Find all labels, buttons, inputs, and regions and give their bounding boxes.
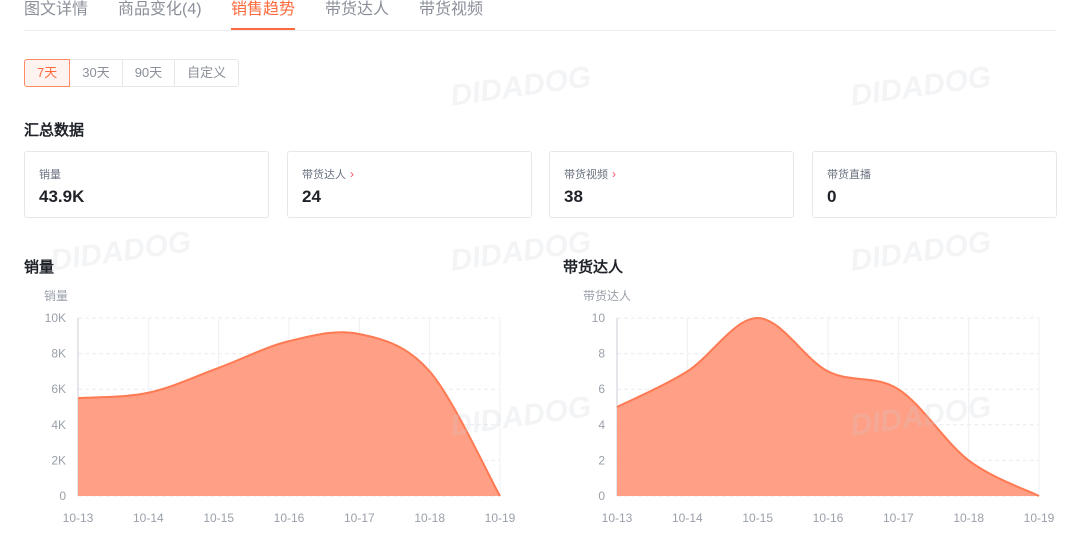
range-7d-button[interactable]: 7天 <box>24 59 71 87</box>
y-tick-label: 4K <box>51 418 66 432</box>
sales-chart-svg: 销量 0 2K 4K 6K 8K 10K 10-13 10-14 10-15 10-16 10-17 1… <box>44 289 516 525</box>
card-label: 带货视频 › <box>564 167 616 181</box>
x-tick-label: 10-16 <box>274 511 305 525</box>
influencer-chart-svg: 带货达人 0 2 4 6 8 10 10-13 10-14 10-15 10-16 10-17 10-1… <box>583 288 1055 525</box>
sales-chart-title: 销量 <box>24 259 55 276</box>
watermark: DIDADOG <box>848 225 994 278</box>
y-tick-label: 2 <box>598 453 605 467</box>
x-tick-label: 10-16 <box>813 511 844 525</box>
card-value: 0 <box>827 187 837 206</box>
y-tick-label: 10K <box>45 311 66 325</box>
series-area <box>78 332 500 496</box>
x-tick-label: 10-13 <box>63 511 94 525</box>
card-value: 38 <box>564 187 583 206</box>
y-tick-label: 8K <box>51 347 66 361</box>
y-tick-label: 6K <box>51 382 66 396</box>
tab-sales-trend-label: 销售趋势 <box>231 1 296 18</box>
tab-videos[interactable]: 带货视频 <box>419 0 483 20</box>
x-tick-label: 10-17 <box>883 511 914 525</box>
y-axis-label: 带货达人 <box>583 288 631 303</box>
sales-chart: 销量 0 2K 4K 6K 8K 10K 10-13 10-14 10-15 10-16 10-17 1… <box>24 280 524 540</box>
chevron-right-icon: › <box>350 167 354 181</box>
y-tick-label: 0 <box>598 489 605 503</box>
card-value: 24 <box>302 187 321 206</box>
y-tick-label: 4 <box>598 418 605 432</box>
x-tick-label: 10-19 <box>485 511 516 525</box>
range-custom-button[interactable]: 自定义 <box>174 59 240 87</box>
influencer-chart-title: 带货达人 <box>563 259 624 276</box>
tab-product-changes[interactable]: 商品变化(4) <box>118 0 202 20</box>
range-90d-button[interactable]: 90天 <box>121 59 176 87</box>
tab-detail[interactable]: 图文详情 <box>24 0 88 20</box>
x-tick-label: 10-14 <box>133 511 164 525</box>
tab-influencers[interactable]: 带货达人 <box>325 0 389 20</box>
x-tick-label: 10-19 <box>1024 511 1055 525</box>
summary-card-sales: 销量 43.9K <box>24 151 269 218</box>
x-tick-label: 10-17 <box>344 511 375 525</box>
x-tick-label: 10-13 <box>602 511 633 525</box>
influencer-chart: 带货达人 0 2 4 6 8 10 10-13 10-14 10-15 10-16 10-17 10-1… <box>563 280 1063 540</box>
x-tick-label: 10-18 <box>414 511 445 525</box>
watermark: DIDADOG <box>848 60 994 113</box>
summary-title: 汇总数据 <box>24 122 85 139</box>
x-tick-label: 10-14 <box>672 511 703 525</box>
active-tab-underline <box>231 28 296 30</box>
chevron-right-icon: › <box>612 167 616 181</box>
tab-sales-trend[interactable]: 销售趋势 <box>231 0 296 30</box>
card-label: 销量 <box>39 169 61 181</box>
y-tick-label: 0 <box>59 489 66 503</box>
card-value: 43.9K <box>39 187 85 206</box>
summary-card-videos[interactable]: 带货视频 › 38 <box>549 151 794 218</box>
tab-bar: 图文详情 商品变化(4) 销售趋势 带货达人 带货视频 <box>24 0 1056 31</box>
x-tick-label: 10-18 <box>953 511 984 525</box>
summary-card-influencers[interactable]: 带货达人 › 24 <box>287 151 532 218</box>
card-label: 带货达人 › <box>302 167 354 181</box>
summary-card-live: 带货直播 0 <box>812 151 1057 218</box>
y-tick-label: 8 <box>598 347 605 361</box>
y-axis-label: 销量 <box>44 289 68 303</box>
y-tick-label: 10 <box>592 311 606 325</box>
y-tick-label: 2K <box>51 453 66 467</box>
card-label: 带货直播 <box>827 169 871 181</box>
date-range-selector: 7天 30天 90天 自定义 <box>24 59 240 87</box>
watermark: DIDADOG <box>448 60 594 113</box>
y-tick-label: 6 <box>598 382 605 396</box>
x-tick-label: 10-15 <box>742 511 773 525</box>
watermark: DIDADOG <box>48 225 194 278</box>
range-30d-button[interactable]: 30天 <box>69 59 123 87</box>
x-tick-label: 10-15 <box>203 511 234 525</box>
